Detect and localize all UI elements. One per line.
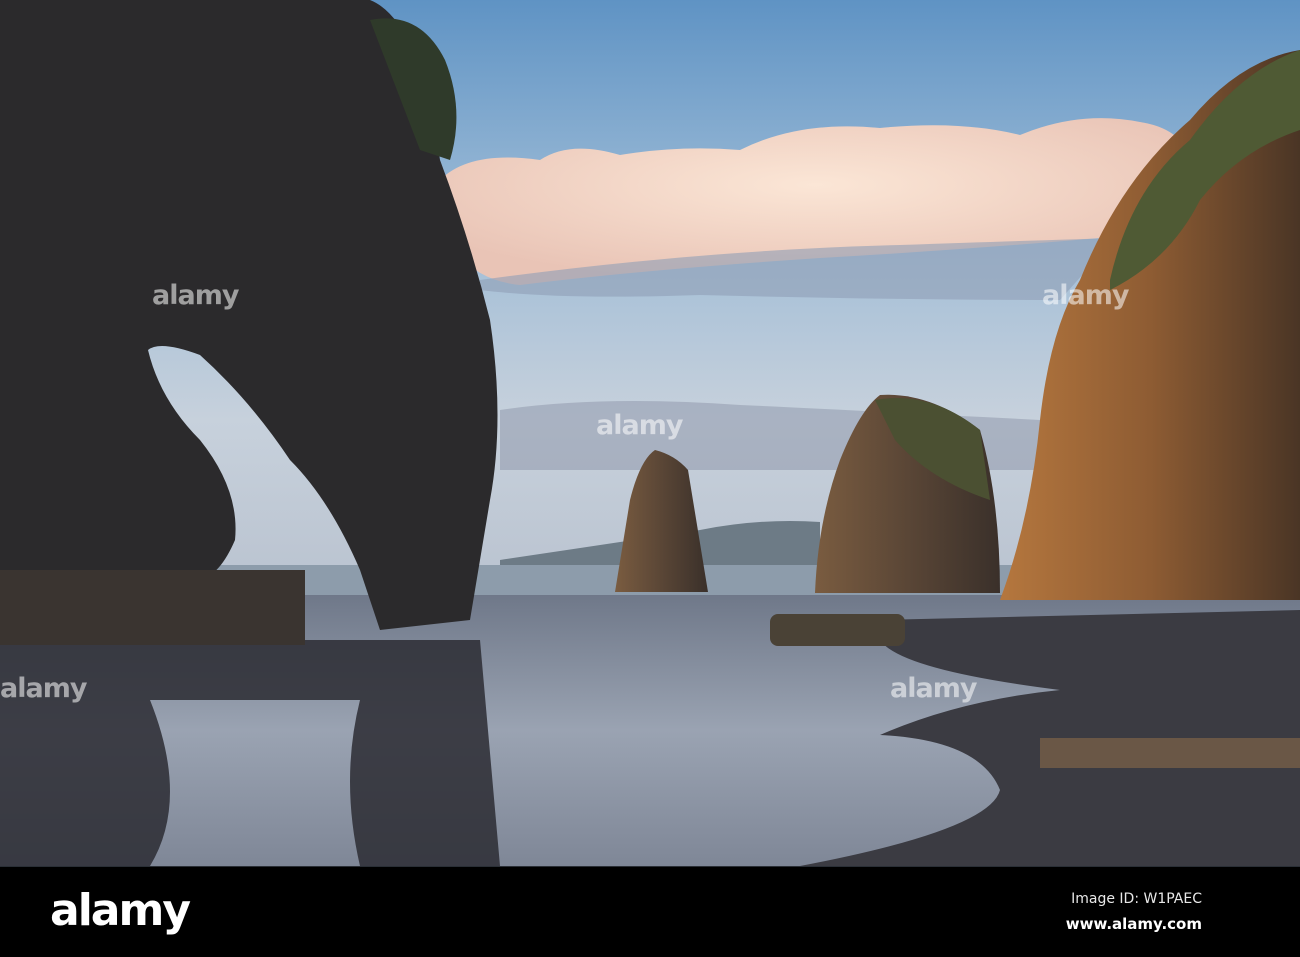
watermark: alamy bbox=[596, 410, 683, 441]
watermark: alamy bbox=[1042, 280, 1129, 311]
image-id: Image ID: W1PAEC bbox=[1071, 891, 1202, 907]
watermark: alamy bbox=[0, 673, 87, 704]
watermark: alamy bbox=[152, 280, 239, 311]
beach-rock bbox=[770, 614, 905, 646]
footer-bar: alamy Image ID: W1PAEC www.alamy.com bbox=[0, 866, 1300, 957]
alamy-logo: alamy bbox=[50, 885, 191, 936]
website-link[interactable]: www.alamy.com bbox=[1066, 915, 1202, 933]
rock-ledge bbox=[0, 570, 305, 645]
watermark: alamy bbox=[890, 673, 977, 704]
cliff-reflection bbox=[1040, 738, 1300, 768]
